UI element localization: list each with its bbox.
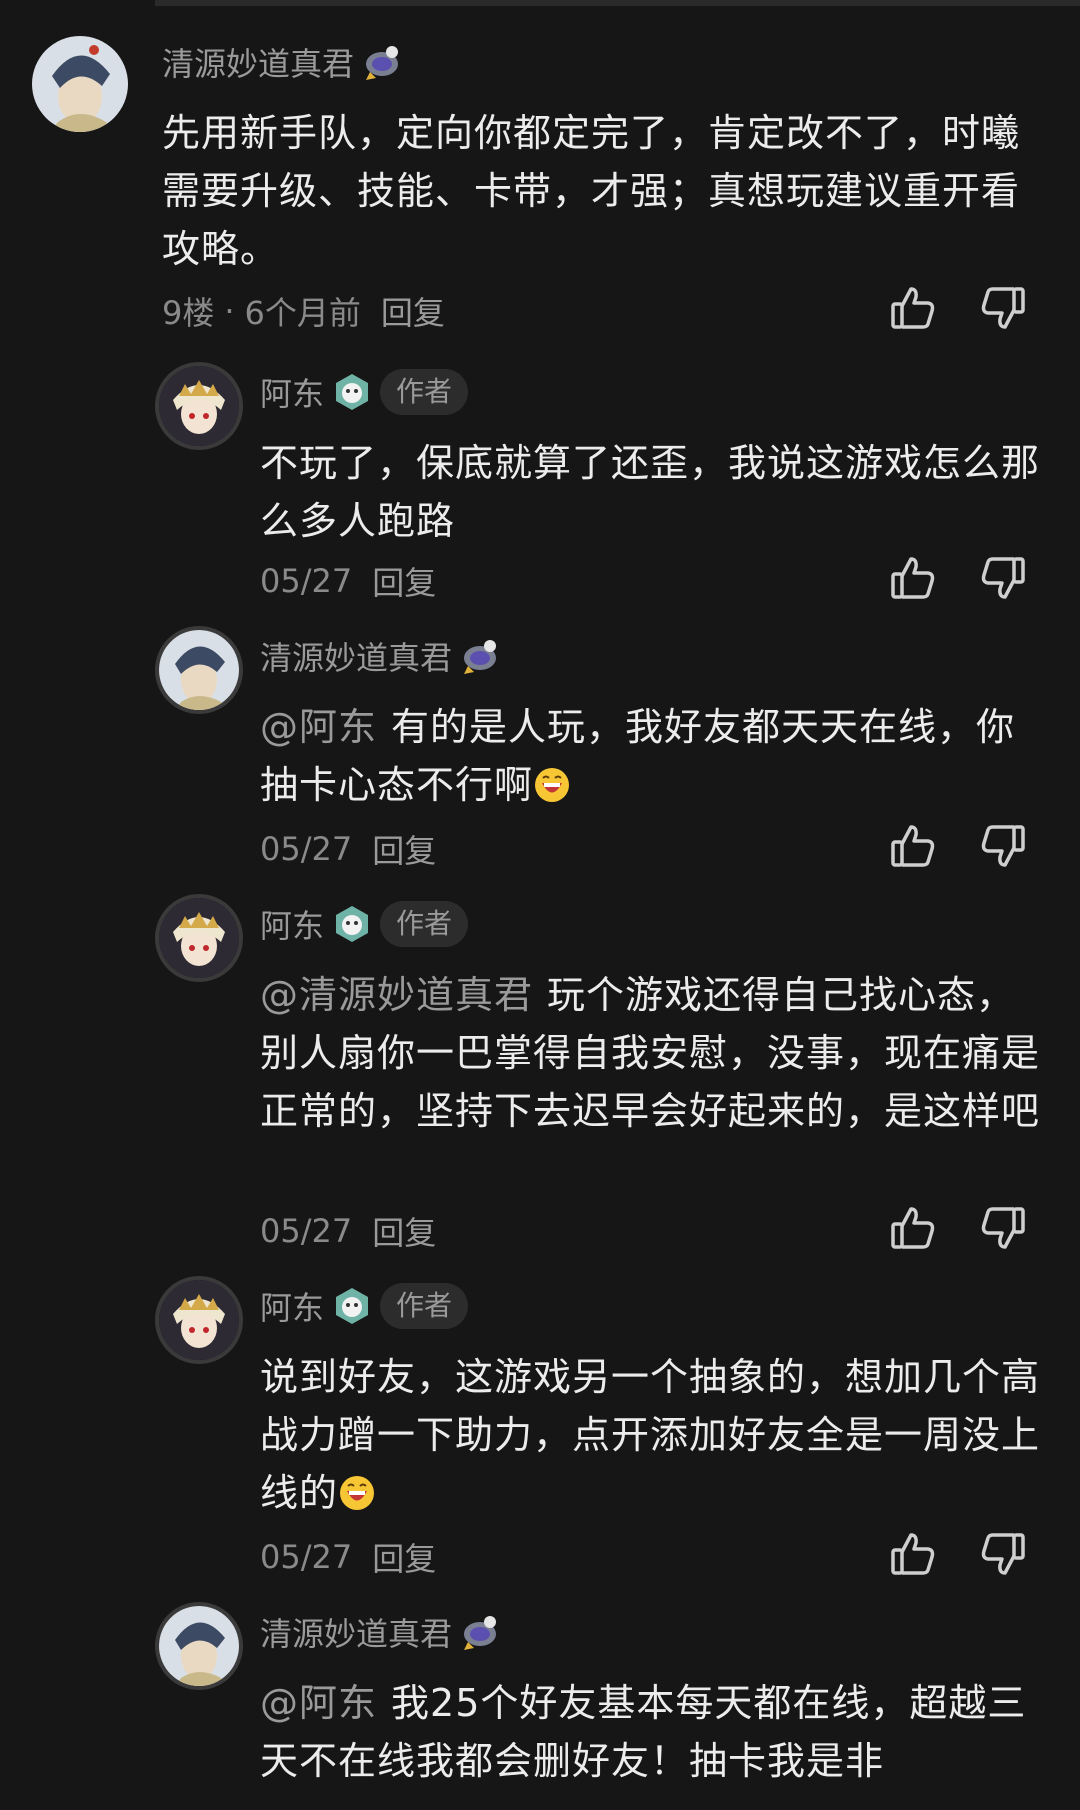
comment-text: 不玩了，保底就算了还歪，我说这游戏怎么那么多人跑路	[260, 441, 1041, 543]
comment-text: 先用新手队，定向你都定完了，肯定改不了，时曦需要升级、技能、卡带，才强；真想玩建…	[162, 111, 1021, 271]
comment-header: 阿东 作者	[260, 900, 469, 948]
comment-meta: 05/27 回复	[260, 826, 436, 872]
comment-time: 05/27	[260, 1212, 353, 1250]
mention-link[interactable]: @阿东	[260, 705, 377, 749]
comment-header: 阿东 作者	[260, 1282, 469, 1330]
thumbs-up-icon[interactable]	[888, 283, 938, 333]
thumbs-down-icon[interactable]	[978, 553, 1028, 603]
username[interactable]: 清源妙道真君	[260, 633, 452, 679]
thumbs-down-icon[interactable]	[978, 821, 1028, 871]
avatar[interactable]	[155, 894, 243, 982]
grinning-face-emoji	[338, 1470, 376, 1510]
rocket-badge-icon	[460, 636, 500, 676]
reply-button[interactable]: 回复	[372, 1534, 436, 1580]
comment-header: 阿东 作者	[260, 368, 469, 416]
reply-button[interactable]: 回复	[372, 1208, 436, 1254]
thumbs-up-icon[interactable]	[888, 1203, 938, 1253]
comment-meta: 05/27 回复	[260, 1208, 436, 1254]
thumbs-up-icon[interactable]	[888, 1529, 938, 1579]
comment-meta: 05/27 回复	[260, 1534, 436, 1580]
author-tag: 作者	[380, 901, 469, 947]
floor-number: 9楼	[162, 294, 215, 332]
comment-header: 清源妙道真君	[162, 38, 402, 86]
comment-body: 说到好友，这游戏另一个抽象的，想加几个高战力蹭一下助力，点开添加好友全是一周没上…	[260, 1355, 1041, 1515]
comment-time: 05/27	[260, 562, 353, 600]
meta-separator: ·	[224, 292, 235, 330]
comment-text: 说到好友，这游戏另一个抽象的，想加几个高战力蹭一下助力，点开添加好友全是一周没上…	[260, 1348, 1040, 1522]
comment-text: @清源妙道真君 玩个游戏还得自己找心态，别人扇你一巴掌得自我安慰，没事，现在痛是正…	[260, 966, 1040, 1140]
avatar[interactable]	[155, 626, 243, 714]
username[interactable]: 阿东	[260, 901, 324, 947]
grinning-face-emoji	[533, 762, 571, 802]
rocket-badge-icon	[460, 1612, 500, 1652]
comment-time: 6个月前	[244, 294, 361, 332]
rocket-badge-icon	[362, 42, 402, 82]
comment-text: @阿东 有的是人玩，我好友都天天在线，你抽卡心态不行啊	[260, 698, 1040, 814]
tiger-badge-icon	[332, 1286, 372, 1326]
username[interactable]: 阿东	[260, 1283, 324, 1329]
reply-button[interactable]: 回复	[381, 288, 445, 334]
comment-meta: 05/27 回复	[260, 558, 436, 604]
thumbs-down-icon[interactable]	[978, 283, 1028, 333]
username[interactable]: 清源妙道真君	[162, 39, 354, 85]
avatar[interactable]	[155, 1602, 243, 1690]
author-tag: 作者	[380, 1283, 469, 1329]
avatar[interactable]	[32, 36, 128, 132]
comment-header: 清源妙道真君	[260, 1608, 500, 1656]
top-divider	[155, 0, 1080, 6]
username[interactable]: 清源妙道真君	[260, 1609, 452, 1655]
avatar[interactable]	[155, 1276, 243, 1364]
mention-link[interactable]: @清源妙道真君	[260, 973, 533, 1017]
thumbs-down-icon[interactable]	[978, 1529, 1028, 1579]
avatar[interactable]	[155, 362, 243, 450]
mention-link[interactable]: @阿东	[260, 1681, 377, 1725]
comment-text: @阿东 我25个好友基本每天都在线，超越三天不在线我都会删好友！抽卡我是非	[260, 1674, 1040, 1790]
comment-time: 05/27	[260, 830, 353, 868]
tiger-badge-icon	[332, 904, 372, 944]
comment-time: 05/27	[260, 1538, 353, 1576]
username[interactable]: 阿东	[260, 369, 324, 415]
comment-header: 清源妙道真君	[260, 632, 500, 680]
thumbs-up-icon[interactable]	[888, 553, 938, 603]
thumbs-down-icon[interactable]	[978, 1203, 1028, 1253]
comment-meta: 9楼 · 6个月前 回复	[162, 288, 445, 334]
reply-button[interactable]: 回复	[372, 558, 436, 604]
thumbs-up-icon[interactable]	[888, 821, 938, 871]
reply-button[interactable]: 回复	[372, 826, 436, 872]
author-tag: 作者	[380, 369, 469, 415]
tiger-badge-icon	[332, 372, 372, 412]
